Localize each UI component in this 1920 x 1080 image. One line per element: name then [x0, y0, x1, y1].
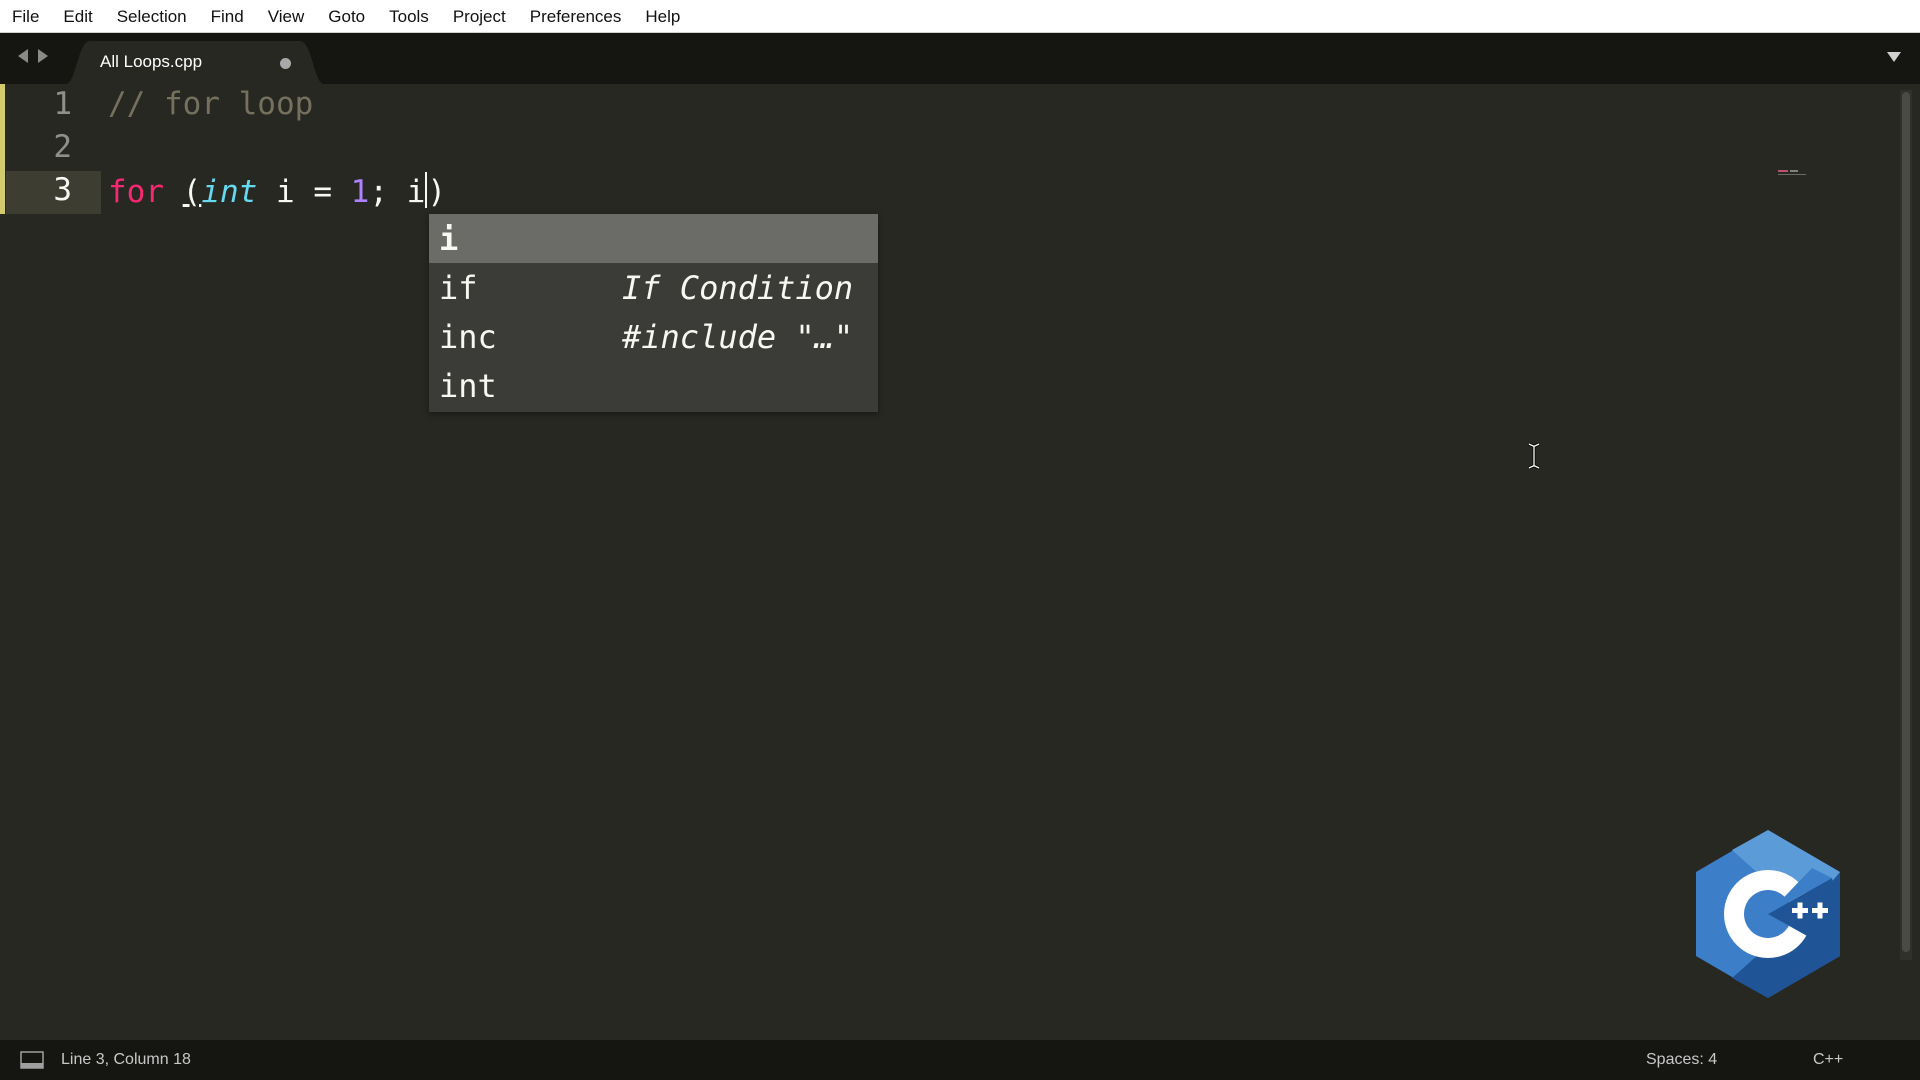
autocomplete-trigger: inc [439, 317, 497, 356]
menu-find[interactable]: Find [199, 0, 256, 33]
type-token: int [201, 174, 258, 210]
autocomplete-annotation: #include "…" [622, 317, 854, 356]
autocomplete-item[interactable]: int [429, 361, 878, 410]
autocomplete-item[interactable]: if If Condition [429, 263, 878, 312]
minimap-viewport[interactable] [1778, 170, 1806, 176]
comment-token: // for loop [108, 86, 314, 122]
paren-token: ) [427, 174, 447, 210]
identifier-token: ; i [369, 174, 426, 210]
menu-project[interactable]: Project [441, 0, 518, 33]
menu-selection[interactable]: Selection [105, 0, 199, 33]
menu-goto[interactable]: Goto [316, 0, 377, 33]
unsaved-dot-icon[interactable] [280, 58, 291, 69]
syntax-selector[interactable]: C++ [1813, 1051, 1843, 1069]
autocomplete-item[interactable]: inc #include "…" [429, 312, 878, 361]
paren-token: ( [182, 174, 202, 210]
menu-tools[interactable]: Tools [377, 0, 441, 33]
menu-file[interactable]: File [0, 0, 51, 33]
menu-view[interactable]: View [256, 0, 317, 33]
chevron-right-icon[interactable] [36, 47, 50, 65]
tab-bar: All Loops.cpp [0, 33, 1920, 84]
autocomplete-trigger: i [439, 219, 459, 258]
autocomplete-trigger: if [439, 268, 478, 307]
keyword-token: for [108, 174, 164, 210]
panel-toggle-icon[interactable] [20, 1051, 44, 1069]
identifier-token: i = [257, 174, 351, 210]
number-token: 1 [350, 174, 370, 210]
menu-edit[interactable]: Edit [51, 0, 104, 33]
ibeam-cursor-icon [1528, 442, 1540, 470]
modified-lines-marker [0, 84, 5, 214]
cursor-position: Line 3, Column 18 [61, 1051, 191, 1068]
autocomplete-item[interactable]: i [429, 214, 878, 263]
editor-area[interactable]: 1 2 3 // for loop for (int i = 1; i) [0, 84, 1920, 1040]
menu-preferences[interactable]: Preferences [518, 0, 634, 33]
status-bar: Line 3, Column 18 Spaces: 4 C++ [0, 1040, 1920, 1080]
line-number: 1 [53, 86, 72, 122]
indentation-setting[interactable]: Spaces: 4 [1646, 1051, 1717, 1069]
menu-bar: File Edit Selection Find View Goto Tools… [0, 0, 1920, 33]
code-line-3[interactable]: for (int i = 1; i) [108, 172, 446, 210]
line-number: 2 [53, 129, 72, 165]
chevron-left-icon[interactable] [16, 47, 30, 65]
tab-nav [16, 47, 50, 65]
tab-all-loops[interactable]: All Loops.cpp [66, 41, 324, 84]
code-line-1[interactable]: // for loop [108, 86, 313, 122]
tab-title: All Loops.cpp [100, 52, 203, 71]
autocomplete-trigger: int [439, 366, 497, 405]
autocomplete-popup: i if If Condition inc #include "…" int [429, 214, 878, 412]
line-number: 3 [53, 172, 72, 208]
tab-dropdown-icon[interactable] [1886, 51, 1902, 63]
autocomplete-annotation: If Condition [622, 268, 854, 307]
cpp-logo-icon [1696, 830, 1840, 998]
menu-help[interactable]: Help [633, 0, 692, 33]
scrollbar-thumb[interactable] [1902, 92, 1910, 952]
